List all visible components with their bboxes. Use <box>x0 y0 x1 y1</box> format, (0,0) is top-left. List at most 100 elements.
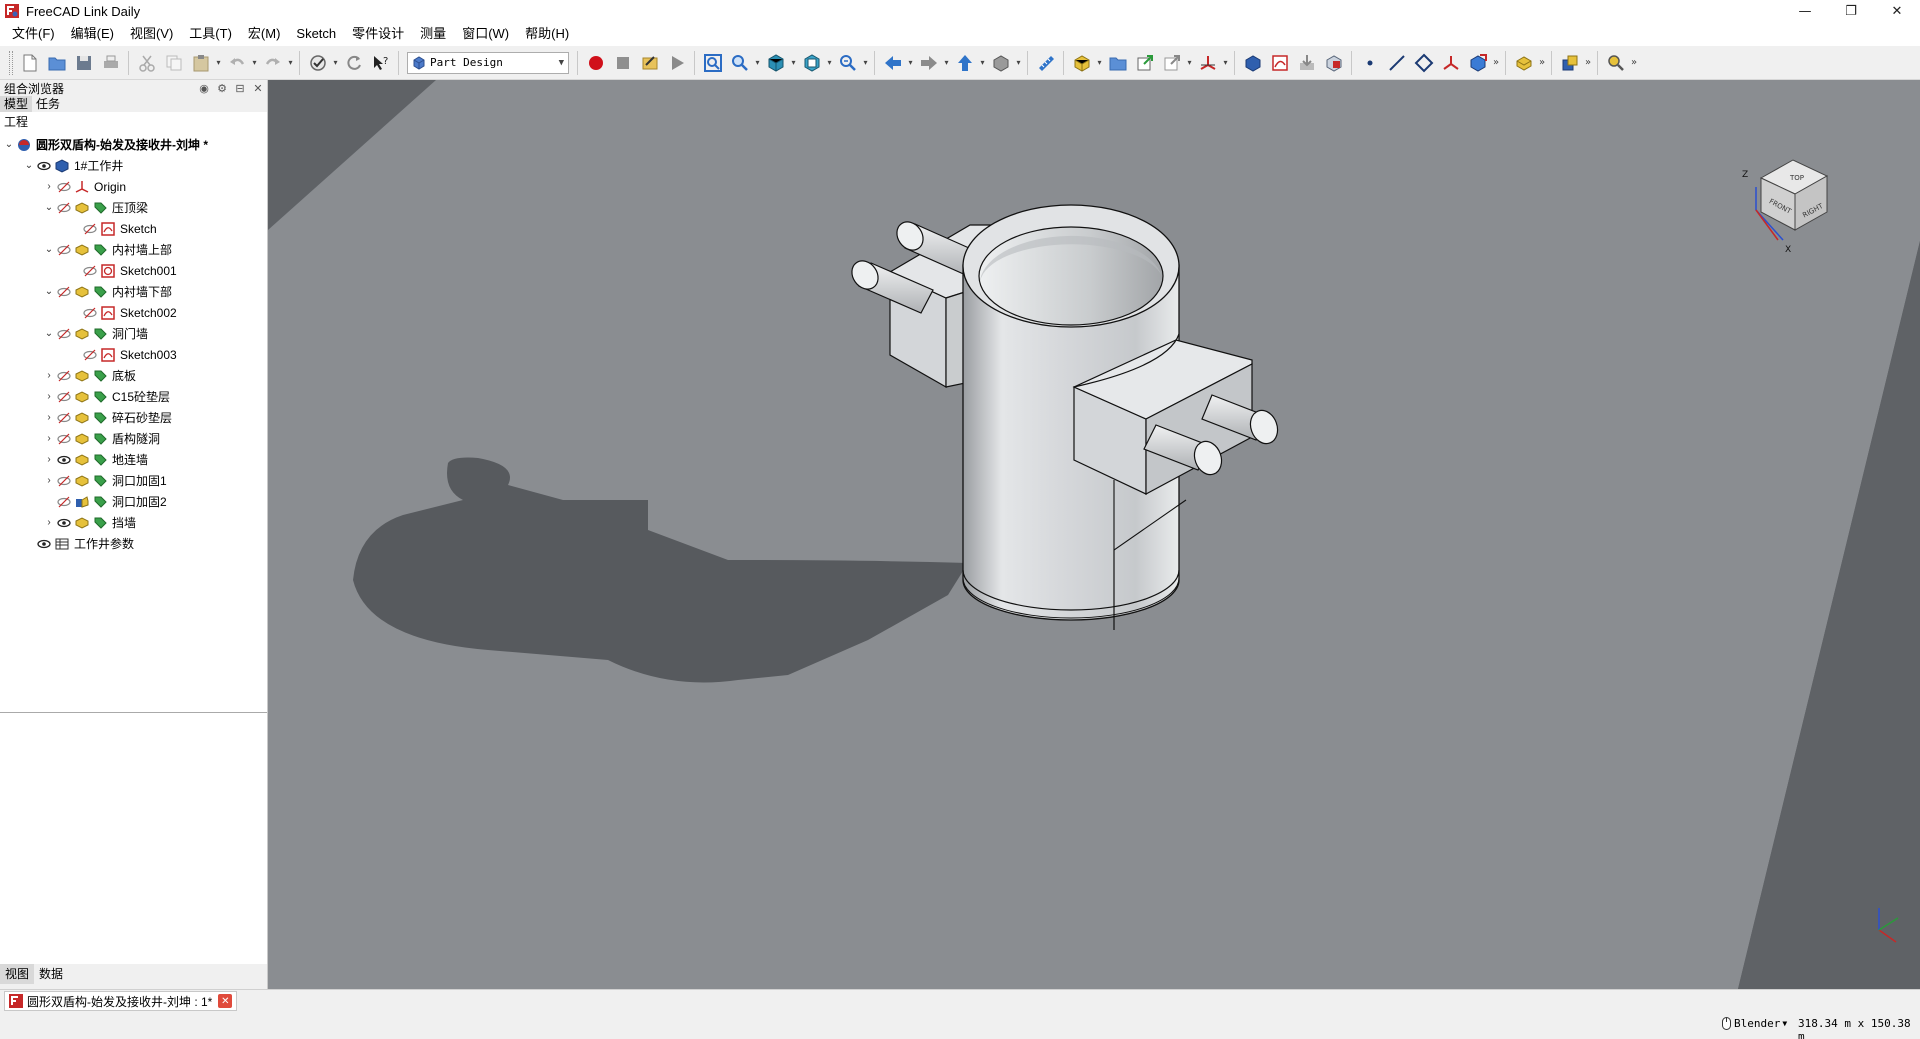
coordinate-system-icon[interactable] <box>1194 50 1221 76</box>
macro-record-icon[interactable] <box>582 50 609 76</box>
chevron-down-icon[interactable]: ⌄ <box>42 244 56 255</box>
toolbar-overflow-4-icon[interactable]: » <box>1629 57 1639 68</box>
macro-edit-icon[interactable] <box>636 50 663 76</box>
tree-item-spreadsheet[interactable]: 工作井参数 <box>36 533 134 554</box>
forward-arrow-icon[interactable] <box>915 50 942 76</box>
std-views-dropdown-icon[interactable]: ▾ <box>789 58 798 67</box>
print-icon[interactable] <box>97 50 124 76</box>
eye-hidden-icon[interactable] <box>56 242 72 258</box>
link-actions-icon[interactable] <box>1158 50 1185 76</box>
paste-dropdown-icon[interactable]: ▾ <box>214 58 223 67</box>
validate-sketch-icon[interactable] <box>1320 50 1347 76</box>
local-coordinate-icon[interactable] <box>1437 50 1464 76</box>
toolbar-overflow-3-icon[interactable]: » <box>1583 57 1593 68</box>
chevron-right-icon[interactable]: › <box>42 433 56 444</box>
copy-icon[interactable] <box>160 50 187 76</box>
tree-item-feature[interactable]: › 地连墙 <box>42 449 148 470</box>
undo-icon[interactable] <box>223 50 250 76</box>
3d-viewport[interactable]: TOP FRONT RIGHT Z X <box>268 80 1920 989</box>
tree-item-feature[interactable]: › 盾构隧洞 <box>42 428 160 449</box>
tree-item-feature[interactable]: ⌄ 压顶梁 <box>42 197 148 218</box>
new-document-icon[interactable] <box>16 50 43 76</box>
redo-dropdown-icon[interactable]: ▾ <box>286 58 295 67</box>
isometric-view-icon[interactable] <box>762 50 789 76</box>
macro-stop-icon[interactable] <box>609 50 636 76</box>
tree-item-feature[interactable]: › 洞口加固1 <box>42 470 166 491</box>
eye-hidden-icon[interactable] <box>82 263 98 279</box>
toolbar-overflow-icon[interactable]: » <box>1491 57 1501 68</box>
panel-close-icon[interactable]: ✕ <box>249 82 267 95</box>
coordinate-dropdown-icon[interactable]: ▾ <box>1221 58 1230 67</box>
undo-dropdown-icon[interactable]: ▾ <box>250 58 259 67</box>
tree-item-sketch[interactable]: Sketch <box>82 218 157 239</box>
back-arrow-icon[interactable] <box>879 50 906 76</box>
part-dropdown-icon[interactable]: ▾ <box>1095 58 1104 67</box>
tree-item-feature[interactable]: › 碎石砂垫层 <box>42 407 172 428</box>
tree-item-origin[interactable]: › Origin <box>42 176 126 197</box>
fit-dropdown-icon[interactable]: ▾ <box>753 58 762 67</box>
menu-sketch[interactable]: Sketch <box>288 22 344 46</box>
navigation-style-selector[interactable]: Blender ▼ <box>1722 1017 1787 1030</box>
refresh-icon[interactable] <box>340 50 367 76</box>
chevron-right-icon[interactable]: › <box>42 181 56 192</box>
minimize-button[interactable]: — <box>1782 0 1828 22</box>
up-dropdown-icon[interactable]: ▾ <box>978 58 987 67</box>
recompute-dropdown-icon[interactable]: ▾ <box>331 58 340 67</box>
open-folder-icon[interactable] <box>43 50 70 76</box>
tree-item-feature[interactable]: 洞口加固2 <box>56 491 167 512</box>
draw-style-dropdown-icon[interactable]: ▾ <box>825 58 834 67</box>
datum-line-icon[interactable] <box>1383 50 1410 76</box>
shape-binder-icon[interactable] <box>1464 50 1491 76</box>
eye-hidden-icon[interactable] <box>56 389 72 405</box>
panel-pin-icon[interactable]: ◉ <box>195 82 213 95</box>
eye-icon[interactable] <box>36 158 52 174</box>
eye-hidden-icon[interactable] <box>56 200 72 216</box>
panel-settings-icon[interactable]: ⚙ <box>213 82 231 95</box>
chevron-down-icon[interactable]: ⌄ <box>2 139 16 150</box>
eye-hidden-icon[interactable] <box>56 431 72 447</box>
eye-icon[interactable] <box>36 536 52 552</box>
zoom-dropdown-icon[interactable]: ▾ <box>861 58 870 67</box>
scene[interactable]: TOP FRONT RIGHT Z X <box>268 80 1920 989</box>
chevron-right-icon[interactable]: › <box>42 475 56 486</box>
workbench-selector[interactable]: Part Design ▼ <box>407 51 569 74</box>
menu-file[interactable]: 文件(F) <box>4 22 63 46</box>
tree-item-sketch[interactable]: Sketch002 <box>82 302 177 323</box>
chevron-down-icon[interactable]: ⌄ <box>42 202 56 213</box>
tab-view[interactable]: 视图 <box>0 964 35 984</box>
datum-point-icon[interactable] <box>1356 50 1383 76</box>
toolbar-grip[interactable] <box>9 50 13 75</box>
chevron-down-icon[interactable]: ⌄ <box>42 286 56 297</box>
eye-hidden-icon[interactable] <box>56 368 72 384</box>
back-dropdown-icon[interactable]: ▾ <box>906 58 915 67</box>
chevron-right-icon[interactable]: › <box>42 391 56 402</box>
eye-hidden-icon[interactable] <box>56 284 72 300</box>
tree-item-feature[interactable]: › 底板 <box>42 365 136 386</box>
chevron-right-icon[interactable]: › <box>42 517 56 528</box>
eye-icon[interactable] <box>56 452 72 468</box>
tree-item-feature[interactable]: ⌄ 内衬墙下部 <box>42 281 172 302</box>
toolbar-overflow-2-icon[interactable]: » <box>1537 57 1547 68</box>
eye-hidden-icon[interactable] <box>56 326 72 342</box>
tree-item-feature[interactable]: ⌄ 内衬墙上部 <box>42 239 172 260</box>
tree-item-feature[interactable]: ⌄ 洞门墙 <box>42 323 148 344</box>
body-icon[interactable] <box>1239 50 1266 76</box>
zoom-icon[interactable] <box>834 50 861 76</box>
forward-dropdown-icon[interactable]: ▾ <box>942 58 951 67</box>
fit-selection-icon[interactable] <box>726 50 753 76</box>
tab-model[interactable]: 模型 <box>0 96 33 112</box>
new-sketch-icon[interactable] <box>1266 50 1293 76</box>
chevron-down-icon[interactable]: ⌄ <box>22 160 36 171</box>
close-icon[interactable]: ✕ <box>218 994 233 1008</box>
box-dropdown-icon[interactable]: ▾ <box>1014 58 1023 67</box>
datum-plane-icon[interactable] <box>1410 50 1437 76</box>
menu-view[interactable]: 视图(V) <box>122 22 181 46</box>
up-arrow-icon[interactable] <box>951 50 978 76</box>
chevron-right-icon[interactable]: › <box>42 412 56 423</box>
tab-data[interactable]: 数据 <box>34 964 68 984</box>
tree-item-sketch[interactable]: Sketch001 <box>82 260 177 281</box>
restore-button[interactable]: ❐ <box>1828 0 1874 22</box>
tree-item-feature[interactable]: › 挡墙 <box>42 512 136 533</box>
cut-icon[interactable] <box>133 50 160 76</box>
menu-part-design[interactable]: 零件设计 <box>344 22 412 46</box>
